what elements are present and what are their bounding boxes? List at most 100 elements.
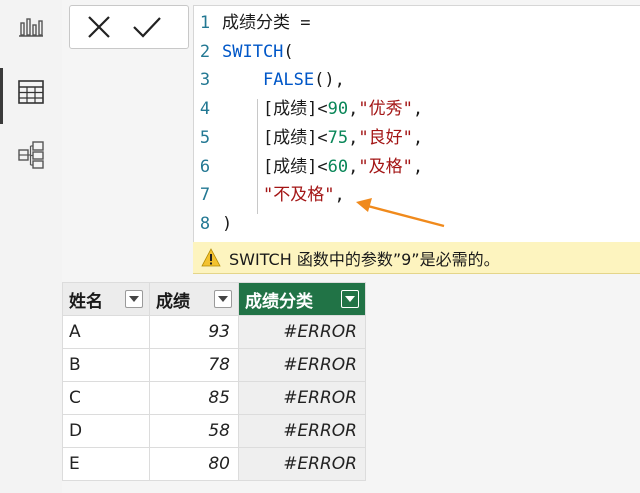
cell-category[interactable]: #ERROR [238, 348, 366, 382]
cancel-x-icon [88, 16, 110, 38]
column-header-label: 成绩 [156, 291, 190, 312]
code-text: ) [222, 210, 232, 238]
code-token: "及格" [358, 156, 413, 177]
code-text: "不及格", [222, 181, 345, 209]
code-token: , [412, 99, 424, 120]
table-row[interactable]: B 78 #ERROR [62, 348, 366, 382]
cell-score[interactable]: 78 [149, 348, 239, 382]
column-header-label: 姓名 [69, 291, 103, 312]
line-number: 7 [199, 185, 211, 206]
column-header-label: 成绩分类 [245, 291, 313, 312]
code-line[interactable]: 8) [194, 210, 232, 238]
cell-category[interactable]: #ERROR [238, 447, 366, 481]
model-view-icon [18, 141, 44, 169]
code-line[interactable]: 1 成绩分类 = [194, 9, 311, 37]
line-number: 6 [199, 156, 211, 177]
cell-score[interactable]: 80 [149, 447, 239, 481]
code-text: 成绩分类 = [222, 9, 310, 37]
formula-controls [69, 5, 189, 49]
report-view-button[interactable] [12, 8, 50, 46]
table-row[interactable]: A 93 #ERROR [62, 315, 366, 349]
cell-score[interactable]: 58 [149, 414, 239, 448]
code-text: SWITCH( [222, 38, 294, 66]
code-line[interactable]: 2 SWITCH( [194, 38, 294, 66]
code-token: SWITCH [222, 41, 284, 62]
cell-name[interactable]: D [62, 414, 150, 448]
cell-name[interactable]: A [62, 315, 150, 349]
table-row[interactable]: C 85 #ERROR [62, 381, 366, 415]
code-text: [成绩]<75,"良好", [222, 124, 423, 152]
warning-icon [201, 247, 221, 266]
cell-category[interactable]: #ERROR [238, 414, 366, 448]
code-token: ) [222, 213, 233, 234]
table-view-icon [18, 80, 44, 104]
column-header-score[interactable]: 成绩 [149, 282, 239, 316]
line-number: 2 [199, 41, 211, 62]
cell-name[interactable]: B [62, 348, 150, 382]
annotation-arrow [356, 198, 445, 228]
column-header-name[interactable]: 姓名 [62, 282, 150, 316]
code-token: 75 [327, 127, 349, 148]
code-token: , [412, 156, 424, 177]
code-token: 60 [327, 156, 349, 177]
table-view-button[interactable] [12, 73, 50, 111]
code-token: [成绩]< [222, 127, 328, 148]
code-token: "不及格" [262, 185, 335, 206]
filter-dropdown-button[interactable] [125, 290, 143, 308]
code-token: [成绩]< [222, 99, 328, 120]
cell-name[interactable]: E [62, 447, 150, 481]
cell-name[interactable]: C [62, 381, 150, 415]
code-line[interactable]: 6 [成绩]<60,"及格", [194, 153, 423, 181]
code-text: [成绩]<90,"优秀", [222, 95, 423, 123]
report-view-icon [19, 18, 43, 37]
commit-button[interactable] [132, 12, 162, 42]
line-number: 5 [199, 127, 211, 148]
code-token: ( [283, 41, 294, 62]
line-number: 3 [199, 70, 211, 91]
code-token: 90 [327, 99, 349, 120]
filter-dropdown-button[interactable] [214, 290, 232, 308]
code-token: "良好" [358, 127, 413, 148]
code-token: , [334, 185, 345, 206]
cell-score[interactable]: 93 [149, 315, 239, 349]
code-token: 成绩分类 = [222, 13, 311, 33]
code-token: "优秀" [358, 99, 413, 120]
cell-category[interactable]: #ERROR [238, 381, 366, 415]
chevron-down-icon [129, 296, 139, 302]
filter-dropdown-button[interactable] [341, 290, 359, 308]
table-header-row: 姓名 成绩 成绩分类 [62, 282, 366, 316]
error-message: SWITCH 函数中的参数”9”是必需的。 [229, 249, 500, 269]
code-token: , [348, 99, 359, 120]
table-row[interactable]: E 80 #ERROR [62, 447, 366, 481]
code-token: [成绩]< [222, 156, 328, 177]
column-header-category[interactable]: 成绩分类 [238, 282, 366, 316]
code-line[interactable]: 4 [成绩]<90,"优秀", [194, 95, 423, 123]
error-bar: SWITCH 函数中的参数”9”是必需的。 [193, 242, 640, 274]
code-token: FALSE [262, 70, 315, 91]
line-number: 4 [199, 99, 211, 120]
line-number: 1 [199, 13, 211, 33]
cell-category[interactable]: #ERROR [238, 315, 366, 349]
code-text: FALSE(), [222, 66, 345, 94]
code-line[interactable]: 3 FALSE(), [194, 66, 345, 94]
line-number: 8 [199, 213, 211, 234]
chevron-down-icon [345, 296, 355, 302]
code-token: , [348, 127, 359, 148]
code-line[interactable]: 7 "不及格", [194, 181, 345, 209]
code-text: [成绩]<60,"及格", [222, 153, 423, 181]
cancel-button[interactable] [84, 12, 114, 42]
table-row[interactable]: D 58 #ERROR [62, 414, 366, 448]
code-token: , [412, 127, 424, 148]
data-table: 姓名 成绩 成绩分类 A 93 #ERROR B 78 #ERROR C 85 … [62, 282, 366, 481]
code-token: (), [314, 70, 345, 91]
cell-score[interactable]: 85 [149, 381, 239, 415]
model-view-button[interactable] [12, 136, 50, 174]
code-token: , [348, 156, 359, 177]
chevron-down-icon [218, 296, 228, 302]
active-view-indicator [0, 68, 3, 124]
view-rail [0, 0, 62, 493]
code-line[interactable]: 5 [成绩]<75,"良好", [194, 124, 423, 152]
commit-check-icon [133, 17, 161, 38]
